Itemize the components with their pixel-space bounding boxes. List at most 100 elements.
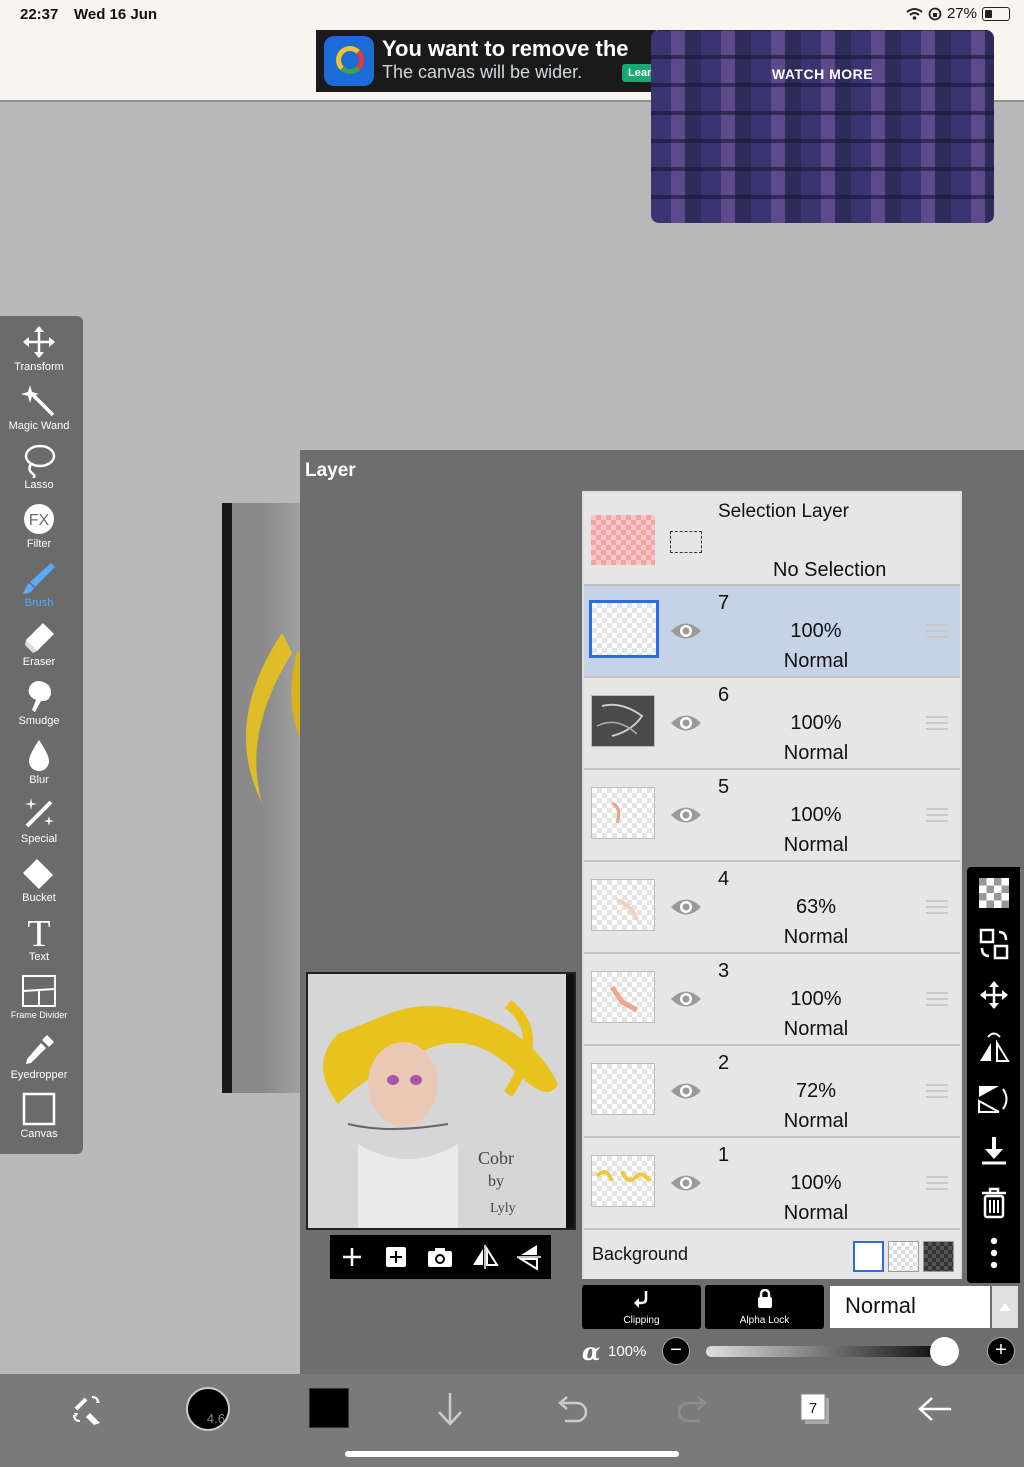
tool-bucket[interactable]: Bucket — [0, 855, 78, 904]
home-indicator[interactable] — [345, 1451, 679, 1457]
status-date: Wed 16 Jun — [74, 6, 158, 23]
delete-layer-button[interactable] — [967, 1179, 1020, 1227]
battery-icon — [982, 6, 1010, 21]
drag-handle-icon[interactable] — [926, 716, 948, 730]
eye-icon[interactable] — [670, 1172, 702, 1194]
blend-mode-arrow[interactable] — [992, 1286, 1018, 1328]
eye-icon[interactable] — [670, 712, 702, 734]
color-swatch-button[interactable] — [309, 1388, 349, 1428]
tool-canvas[interactable]: Canvas — [0, 1091, 78, 1140]
flip-horizontal-button[interactable] — [470, 1242, 500, 1272]
opacity-slider-knob[interactable] — [929, 1337, 959, 1366]
drag-handle-icon[interactable] — [926, 624, 948, 638]
layer-row[interactable]: 7 100% Normal — [584, 586, 960, 678]
move-down-button[interactable] — [429, 1388, 471, 1430]
move-icon — [979, 981, 1008, 1009]
video-ad[interactable]: WATCH MORE — [651, 30, 994, 223]
quick-switch-button[interactable] — [65, 1388, 107, 1430]
tool-eraser[interactable]: Eraser — [0, 619, 78, 668]
eye-icon[interactable] — [670, 1080, 702, 1102]
svg-text:FX: FX — [29, 512, 50, 529]
opacity-increase-button[interactable]: + — [987, 1337, 1015, 1365]
tool-brush[interactable]: Brush — [0, 560, 78, 609]
drag-handle-icon[interactable] — [926, 992, 948, 1006]
transparency-checker-button[interactable] — [967, 869, 1020, 917]
tool-eyedropper[interactable]: Eyedropper — [0, 1032, 78, 1081]
eyedropper-icon — [26, 1035, 54, 1064]
background-label: Background — [592, 1244, 689, 1264]
tool-lasso[interactable]: Lasso — [0, 442, 78, 491]
tool-transform[interactable]: Transform — [0, 324, 78, 373]
drag-handle-icon[interactable] — [926, 1176, 948, 1190]
trash-icon — [981, 1187, 1006, 1219]
back-button[interactable] — [914, 1388, 956, 1430]
status-bar: 22:37 Wed 16 Jun 27% — [0, 0, 1024, 30]
layer-list: Selection Layer No Selection 7 100% Norm… — [582, 491, 962, 1279]
import-photo-button[interactable] — [425, 1242, 455, 1272]
layer-opacity: 72% — [795, 1080, 837, 1102]
background-transparent-option[interactable] — [888, 1241, 919, 1272]
layer-thumbnail — [591, 879, 655, 931]
ad-headline: You want to remove the — [382, 36, 629, 61]
eye-icon[interactable] — [670, 896, 702, 918]
tool-text[interactable]: T Text — [0, 914, 78, 963]
alpha-lock-button[interactable]: Alpha Lock — [705, 1285, 824, 1329]
svg-text:T: T — [27, 914, 50, 950]
eye-icon[interactable] — [670, 620, 702, 642]
undo-icon — [558, 1396, 588, 1423]
background-dark-option[interactable] — [923, 1241, 954, 1272]
layer-row[interactable]: 4 63% Normal — [584, 862, 960, 954]
opacity-decrease-button[interactable]: − — [662, 1337, 690, 1365]
undo-button[interactable] — [551, 1388, 593, 1430]
move-layer-button[interactable] — [967, 971, 1020, 1019]
wifi-icon — [906, 8, 923, 20]
eye-icon[interactable] — [670, 988, 702, 1010]
watch-more-button[interactable]: WATCH MORE — [651, 66, 994, 82]
add-layer-button[interactable] — [337, 1242, 367, 1272]
selection-layer-thumbnail — [591, 515, 655, 565]
ad-subline: The canvas will be wider. — [382, 62, 583, 82]
tool-smudge[interactable]: Smudge — [0, 678, 78, 727]
merge-down-button[interactable] — [967, 1127, 1020, 1175]
flip-layer-vertical-button[interactable] — [967, 1075, 1020, 1123]
alpha-symbol: α — [582, 1337, 601, 1366]
layer-blend-mode: Normal — [783, 1110, 849, 1132]
opacity-row: α 100% − + — [582, 1335, 1024, 1369]
flip-layer-horizontal-button[interactable] — [967, 1024, 1020, 1072]
selection-layer-row[interactable]: Selection Layer No Selection — [584, 493, 960, 586]
clipping-button[interactable]: Clipping — [582, 1285, 701, 1329]
layer-thumbnail — [591, 787, 655, 839]
tool-filter[interactable]: FX Filter — [0, 501, 78, 550]
flip-vertical-button[interactable] — [514, 1242, 544, 1272]
brush-size-button[interactable]: 4.6 — [186, 1387, 230, 1431]
opacity-slider[interactable] — [706, 1346, 956, 1357]
layer-row[interactable]: 2 72% Normal — [584, 1046, 960, 1138]
plus-icon — [343, 1248, 362, 1266]
layer-row[interactable]: 5 100% Normal — [584, 770, 960, 862]
layers-button[interactable]: 7 — [794, 1388, 836, 1430]
tool-frame-divider[interactable]: Frame Divider — [0, 973, 78, 1020]
layer-number: 1 — [718, 1144, 730, 1166]
brush-eraser-switch-icon — [73, 1396, 100, 1425]
drag-handle-icon[interactable] — [926, 808, 948, 822]
redo-button[interactable] — [672, 1388, 714, 1430]
ad-banner[interactable]: You want to remove the The canvas will b… — [316, 30, 656, 92]
layer-opacity: 100% — [790, 712, 842, 734]
tool-blur[interactable]: Blur — [0, 737, 78, 786]
tool-magic-wand[interactable]: Magic Wand — [0, 383, 78, 432]
camera-icon — [428, 1248, 453, 1267]
drag-handle-icon[interactable] — [926, 900, 948, 914]
drag-handle-icon[interactable] — [926, 1084, 948, 1098]
layer-row[interactable]: 3 100% Normal — [584, 954, 960, 1046]
more-options-button[interactable] — [967, 1229, 1020, 1277]
add-layer-copy-button[interactable] — [381, 1242, 411, 1272]
blend-mode-select[interactable]: Normal — [830, 1286, 990, 1328]
background-white-option[interactable] — [853, 1241, 884, 1272]
layer-row[interactable]: 6 100% Normal — [584, 678, 960, 770]
eye-icon[interactable] — [670, 804, 702, 826]
tool-special[interactable]: Special — [0, 796, 78, 845]
flip-vertical-icon — [977, 1086, 1007, 1113]
layer-row[interactable]: 1 100% Normal — [584, 1138, 960, 1230]
copy-merge-button[interactable] — [967, 920, 1020, 968]
blend-bar: Clipping Alpha Lock Normal — [582, 1285, 1024, 1329]
